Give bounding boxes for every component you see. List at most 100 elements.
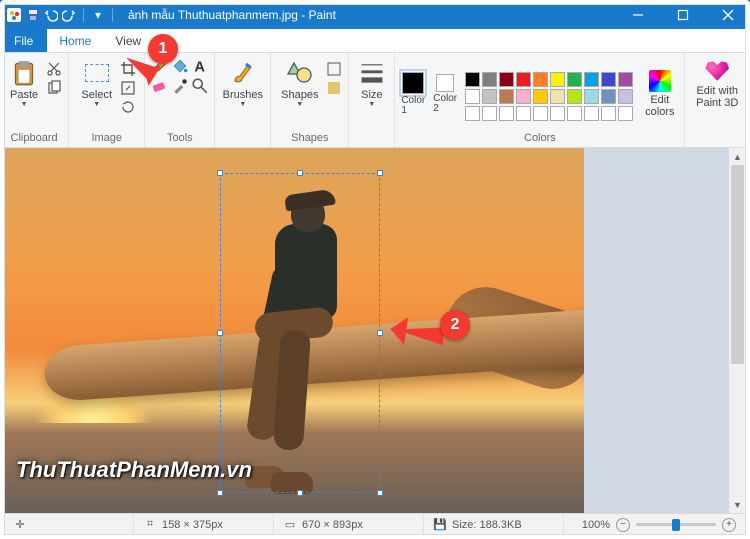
edit-colors-button[interactable]: Edit colors — [641, 68, 678, 120]
selection-handle-w[interactable] — [217, 330, 223, 336]
canvas-size-value: 670 × 893px — [302, 519, 363, 531]
image-group-label: Image — [91, 131, 122, 145]
palette-swatch[interactable] — [618, 106, 633, 121]
palette-swatch[interactable] — [499, 89, 514, 104]
palette-swatch[interactable] — [584, 72, 599, 87]
fill-shape-icon[interactable] — [326, 80, 342, 96]
shapes-group-label: Shapes — [291, 131, 328, 145]
zoom-in-button[interactable]: + — [722, 518, 736, 532]
palette-swatch[interactable] — [499, 72, 514, 87]
home-tab[interactable]: Home — [47, 29, 103, 52]
size-button[interactable]: Size ▼ — [354, 57, 390, 111]
color1-button[interactable]: Color 1 — [401, 72, 425, 116]
resize-icon[interactable] — [120, 80, 136, 96]
view-tab[interactable]: View — [103, 29, 153, 52]
scroll-up-button[interactable]: ▲ — [729, 148, 746, 165]
palette-swatch[interactable] — [567, 89, 582, 104]
color2-button[interactable]: Color 2 — [433, 74, 457, 114]
canvas-area: 2 ThuThuatPhanMem.vn ▲ ▼ — [4, 148, 746, 513]
paste-label: Paste — [10, 89, 38, 101]
palette-swatch[interactable] — [618, 89, 633, 104]
selection-handle-e[interactable] — [377, 330, 383, 336]
save-icon[interactable] — [26, 8, 40, 22]
qat-customize-icon[interactable]: ▾ — [91, 8, 105, 22]
palette-swatch[interactable] — [550, 89, 565, 104]
palette-swatch[interactable] — [465, 89, 480, 104]
shapes-button[interactable]: Shapes ▼ — [277, 57, 322, 111]
maximize-button[interactable] — [660, 0, 705, 29]
palette-swatch[interactable] — [516, 89, 531, 104]
palette-swatch[interactable] — [465, 106, 480, 121]
selection-handle-sw[interactable] — [217, 490, 223, 496]
color1-swatch — [402, 72, 424, 94]
file-tab[interactable]: File — [0, 29, 47, 52]
select-button[interactable]: Select ▼ — [77, 57, 116, 111]
palette-swatch[interactable] — [550, 72, 565, 87]
size-label: Size — [361, 89, 382, 101]
palette-swatch[interactable] — [567, 72, 582, 87]
outline-icon[interactable] — [326, 61, 342, 77]
paste-button[interactable]: Paste ▼ — [6, 57, 42, 111]
palette-swatch[interactable] — [533, 72, 548, 87]
minimize-button[interactable] — [615, 0, 660, 29]
palette-swatch[interactable] — [601, 106, 616, 121]
scroll-thumb[interactable] — [731, 165, 744, 364]
shapes-icon — [286, 59, 314, 87]
brushes-button[interactable]: Brushes ▼ — [219, 57, 267, 111]
selection-handle-ne[interactable] — [377, 170, 383, 176]
zoom-slider-thumb[interactable] — [672, 519, 680, 531]
image-canvas[interactable]: 2 ThuThuatPhanMem.vn — [4, 148, 584, 513]
rotate-icon[interactable] — [120, 99, 136, 115]
palette-swatch[interactable] — [533, 106, 548, 121]
palette-swatch[interactable] — [550, 106, 565, 121]
scroll-down-button[interactable]: ▼ — [729, 496, 746, 513]
palette-swatch[interactable] — [601, 89, 616, 104]
app-icon — [6, 7, 22, 23]
color-wheel-icon — [649, 70, 671, 92]
close-button[interactable] — [705, 0, 750, 29]
paint3d-label: Edit with Paint 3D — [696, 85, 738, 109]
palette-swatch[interactable] — [499, 106, 514, 121]
color-palette[interactable] — [465, 68, 633, 121]
tools-group-label: Tools — [167, 131, 193, 145]
size-icon — [358, 59, 386, 87]
copy-icon[interactable] — [46, 80, 62, 96]
file-size-value: Size: 188.3KB — [452, 519, 522, 531]
paint3d-button[interactable]: Edit with Paint 3D — [692, 57, 742, 111]
palette-swatch[interactable] — [482, 106, 497, 121]
eraser-icon[interactable] — [151, 77, 169, 95]
shapes-label: Shapes — [281, 89, 318, 101]
palette-swatch[interactable] — [482, 72, 497, 87]
redo-icon[interactable] — [62, 8, 76, 22]
brushes-label: Brushes — [223, 89, 263, 101]
cursor-position-cell: ✛ — [4, 514, 134, 535]
eyedropper-icon[interactable] — [171, 77, 189, 95]
zoom-out-button[interactable]: − — [616, 518, 630, 532]
zoom-slider[interactable] — [636, 523, 716, 526]
selection-handle-n[interactable] — [297, 170, 303, 176]
color2-label: Color 2 — [433, 94, 457, 114]
palette-swatch[interactable] — [567, 106, 582, 121]
palette-swatch[interactable] — [465, 72, 480, 87]
color2-swatch — [436, 74, 454, 92]
palette-swatch[interactable] — [584, 106, 599, 121]
selection-handle-nw[interactable] — [217, 170, 223, 176]
palette-swatch[interactable] — [533, 89, 548, 104]
palette-swatch[interactable] — [584, 89, 599, 104]
text-icon[interactable]: A — [191, 57, 209, 75]
selection-handle-s[interactable] — [297, 490, 303, 496]
palette-swatch[interactable] — [601, 72, 616, 87]
vertical-scrollbar[interactable]: ▲ ▼ — [729, 148, 746, 513]
magnifier-icon[interactable] — [191, 77, 209, 95]
selection-rectangle[interactable] — [220, 173, 380, 493]
palette-swatch[interactable] — [482, 89, 497, 104]
selection-handle-se[interactable] — [377, 490, 383, 496]
palette-swatch[interactable] — [516, 72, 531, 87]
cut-icon[interactable] — [46, 61, 62, 77]
palette-swatch[interactable] — [516, 106, 531, 121]
edit-colors-label: Edit colors — [645, 94, 674, 118]
ribbon-tabs: File Home View — [0, 29, 750, 53]
undo-icon[interactable] — [44, 8, 58, 22]
clipboard-icon — [10, 59, 38, 87]
palette-swatch[interactable] — [618, 72, 633, 87]
